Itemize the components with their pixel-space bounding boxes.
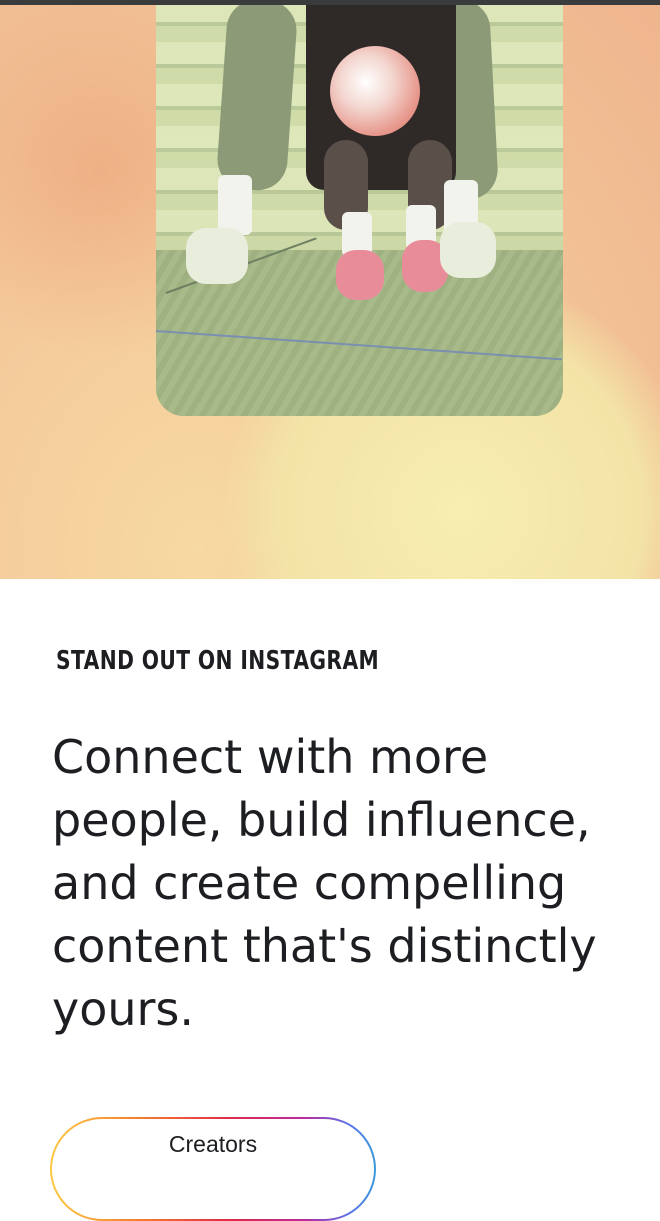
creators-button-border: Creators — [50, 1117, 376, 1221]
video-person-leg — [215, 0, 299, 193]
top-status-strip — [0, 0, 660, 5]
video-shoe — [440, 222, 496, 278]
video-soccer-ball — [330, 46, 420, 136]
hero-section — [0, 0, 660, 579]
video-sock — [218, 175, 252, 235]
creators-button[interactable]: Creators — [52, 1119, 374, 1219]
section-headline: Connect with more people, build influenc… — [52, 730, 597, 1036]
video-shoe — [186, 228, 248, 284]
video-shoe — [336, 250, 384, 300]
section-eyebrow: STAND OUT ON INSTAGRAM — [56, 646, 380, 676]
hero-video[interactable] — [156, 0, 563, 416]
